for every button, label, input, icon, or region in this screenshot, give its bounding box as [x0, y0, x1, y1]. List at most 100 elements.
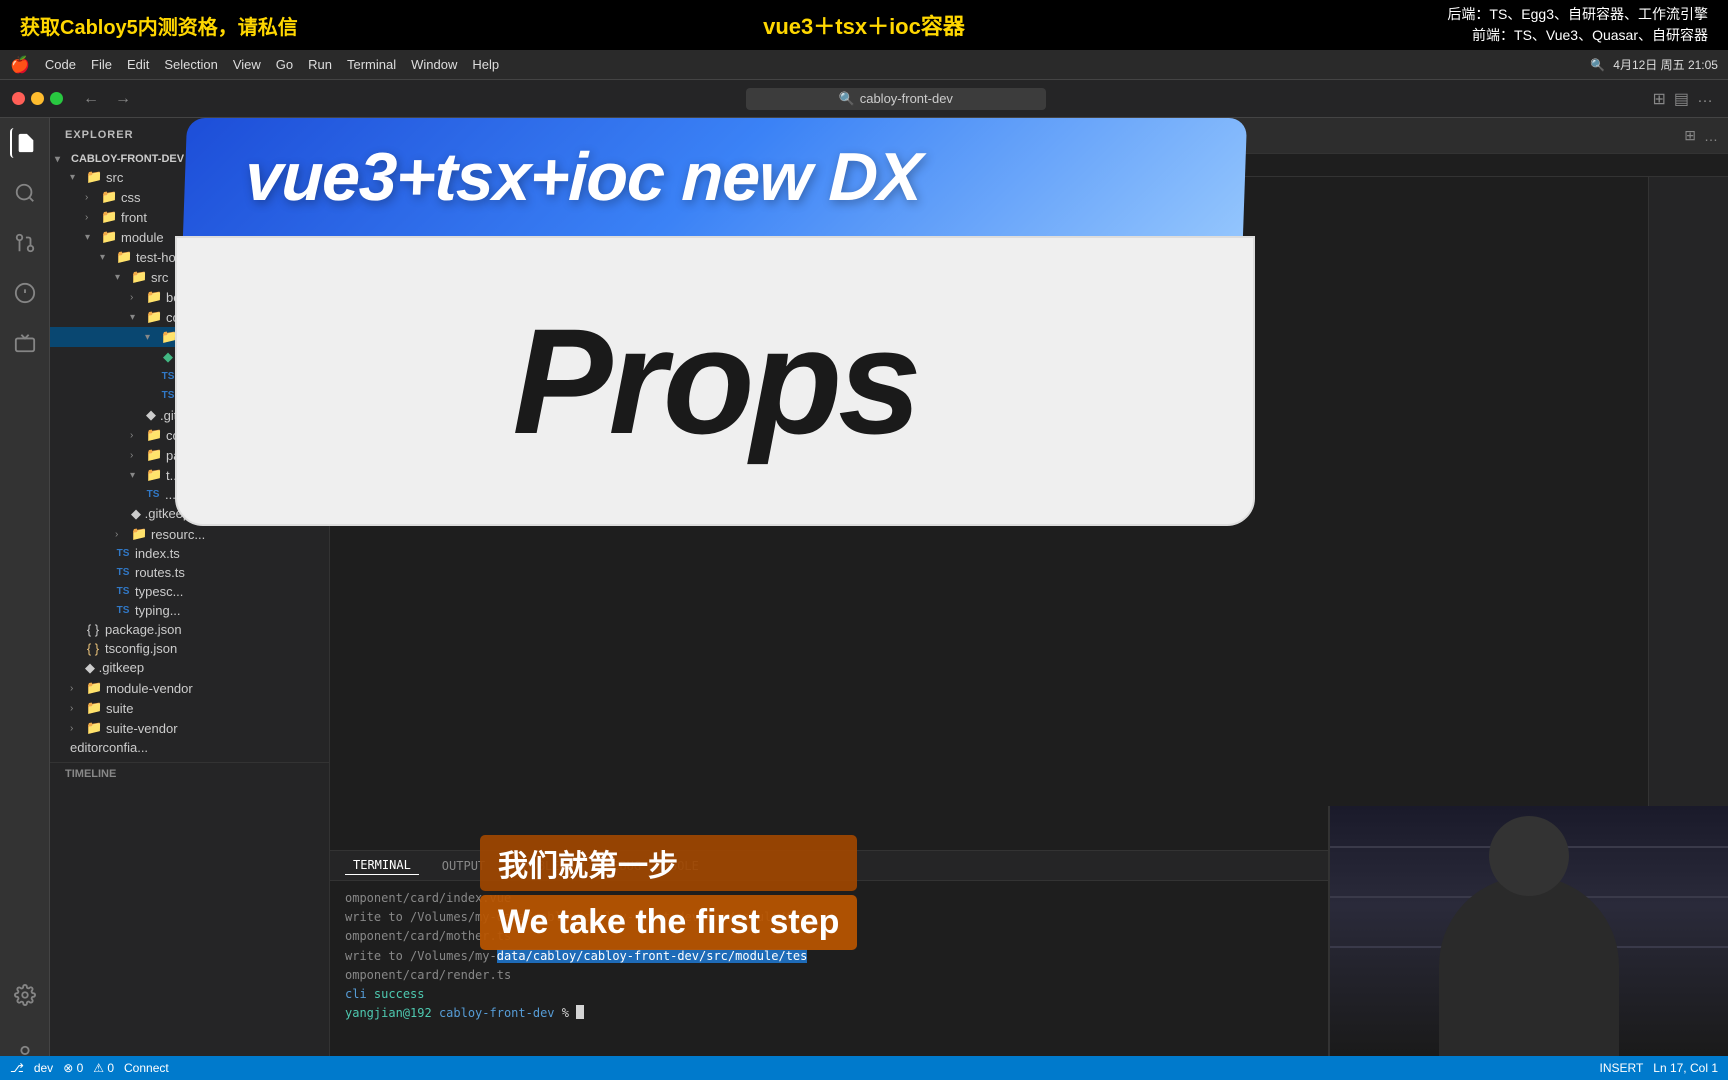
tree-package-json[interactable]: { } package.json: [50, 620, 329, 639]
banner-center-text: vue3＋tsx＋ioc容器: [763, 9, 965, 41]
extensions-icon[interactable]: [10, 328, 40, 358]
warnings-count: ⚠ 0: [93, 1061, 114, 1075]
forward-button[interactable]: →: [107, 90, 139, 108]
back-button[interactable]: ←: [75, 90, 107, 108]
tree-suite-vendor[interactable]: ›📁suite-vendor: [50, 718, 329, 738]
tree-gitkeep[interactable]: ◆ .gitkeep: [50, 504, 329, 524]
branch-icon[interactable]: ⎇: [10, 1061, 24, 1075]
breadcrumb-test-home[interactable]: test-home: [428, 158, 481, 172]
breadcrumb: src › module › test-home › src › page › …: [330, 154, 1728, 177]
refresh-icon[interactable]: ↺: [284, 126, 297, 143]
collapse-icon[interactable]: ⊟: [301, 126, 314, 143]
breadcrumb-module[interactable]: module: [375, 158, 414, 172]
breadcrumb-src[interactable]: src: [345, 158, 361, 172]
menu-terminal[interactable]: Terminal: [347, 57, 396, 72]
menu-run[interactable]: Run: [308, 57, 332, 72]
tree-typing[interactable]: TS typing...: [50, 601, 329, 620]
menu-edit[interactable]: Edit: [127, 57, 149, 72]
tree-editorconfig[interactable]: editorconfia...: [50, 738, 329, 757]
banner-right-text: 后端：TS、Egg3、自研容器、工作流引擎 前端：TS、Vue3、Quasar、…: [1447, 4, 1708, 46]
maximize-window-button[interactable]: [50, 92, 63, 105]
tree-gitl[interactable]: ◆.gitl...: [50, 405, 329, 425]
tree-test-home[interactable]: ▾📁test-home: [50, 247, 329, 267]
cursor-position[interactable]: Ln 17, Col 1: [1653, 1061, 1718, 1075]
tree-module[interactable]: ▾📁module: [50, 227, 329, 247]
tab-mother[interactable]: TS mother.ts ✕: [530, 118, 649, 153]
branch-name[interactable]: dev: [34, 1061, 53, 1075]
debug-console-tab[interactable]: DEBUG CONSOLE: [597, 857, 707, 875]
new-file-icon[interactable]: +: [252, 126, 261, 143]
status-bar: ⎇ dev ⊗ 0 ⚠ 0 Connect INSERT Ln 17, Col …: [0, 1056, 1728, 1080]
source-control-icon[interactable]: [10, 228, 40, 258]
tree-mother-ts[interactable]: TSmoth...: [50, 367, 329, 386]
settings-icon[interactable]: [10, 980, 40, 1010]
timeline-header: TIMELINE: [50, 762, 329, 785]
terminal-tab[interactable]: TERMINAL: [345, 856, 419, 875]
code-line-4: @Local(): [395, 199, 1638, 221]
tree-render-ts[interactable]: TSrend...: [50, 386, 329, 405]
tree-src2[interactable]: ▾📁src: [50, 267, 329, 287]
tree-resource[interactable]: ›📁resourc...: [50, 524, 329, 544]
new-folder-icon[interactable]: ⊕: [266, 126, 279, 143]
editor-tabs: TS routes.ts TS render.ts TS mother.ts ✕…: [330, 118, 1728, 154]
layout-icon[interactable]: ▤: [1674, 89, 1689, 109]
minimize-window-button[interactable]: [31, 92, 44, 105]
tab-render[interactable]: TS render.ts: [430, 118, 530, 153]
breadcrumb-mother-page-first[interactable]: MotherPageFirst: [682, 158, 771, 172]
status-right: INSERT Ln 17, Col 1: [1599, 1061, 1718, 1075]
menu-window[interactable]: Window: [411, 57, 457, 72]
apple-icon[interactable]: 🍎: [10, 55, 30, 75]
tree-component[interactable]: ▾📁component: [50, 307, 329, 327]
tree-bean[interactable]: ›📁bean: [50, 287, 329, 307]
breadcrumb-mother-ts[interactable]: TS mother.ts: [600, 158, 668, 172]
tree-typesc[interactable]: TS typesc...: [50, 582, 329, 601]
webcam-box: [1328, 806, 1728, 1056]
search-icon[interactable]: [10, 178, 40, 208]
problems-tab[interactable]: PROBLEMS: [508, 857, 582, 875]
tree-css[interactable]: ›📁css: [50, 187, 329, 207]
tree-routes-ts[interactable]: TS routes.ts: [50, 563, 329, 582]
tab-routes[interactable]: TS routes.ts: [330, 118, 430, 153]
tree-suite[interactable]: ›📁suite: [50, 698, 329, 718]
sidebar: EXPLORER + ⊕ ↺ ⊟ ▾ CABLOY-FRONT-DEV ▾📁sr…: [50, 118, 330, 1080]
top-banner: 获取Cabloy5内测资格，请私信 vue3＋tsx＋ioc容器 后端：TS、E…: [0, 0, 1728, 50]
tree-gitkeep2[interactable]: ◆ .gitkeep: [50, 658, 329, 678]
split-editor-icon[interactable]: ⊞: [1652, 89, 1665, 109]
tree-front[interactable]: ›📁front: [50, 207, 329, 227]
code-line-7: ...: [395, 265, 1638, 287]
tree-tsconfig-json[interactable]: { } tsconfig.json: [50, 639, 329, 658]
more-icon[interactable]: …: [1697, 89, 1713, 109]
split-view-icon[interactable]: ⊞: [1684, 127, 1696, 144]
tree-conf[interactable]: ›📁conf...: [50, 425, 329, 445]
tree-page[interactable]: ›📁pag...: [50, 445, 329, 465]
connect-status[interactable]: Connect: [124, 1061, 169, 1075]
menu-selection[interactable]: Selection: [164, 57, 217, 72]
explorer-icon[interactable]: [10, 128, 40, 158]
tree-t[interactable]: ▾📁t...: [50, 465, 329, 485]
close-window-button[interactable]: [12, 92, 25, 105]
debug-icon[interactable]: [10, 278, 40, 308]
menu-view[interactable]: View: [233, 57, 261, 72]
breadcrumb-src2[interactable]: src: [496, 158, 512, 172]
menu-code[interactable]: Code: [45, 57, 76, 72]
output-tab[interactable]: OUTPUT: [434, 857, 493, 875]
more-tabs-icon[interactable]: …: [1704, 128, 1718, 144]
tree-index-vue[interactable]: ◆index...: [50, 347, 329, 367]
menu-go[interactable]: Go: [276, 57, 293, 72]
tree-index-ts[interactable]: TS index.ts: [50, 544, 329, 563]
breadcrumb-page[interactable]: page: [526, 158, 553, 172]
url-input[interactable]: 🔍 cabloy-front-dev: [746, 88, 1046, 110]
errors-count: ⊗ 0: [63, 1061, 83, 1075]
tree-src[interactable]: ▾📁src: [50, 167, 329, 187]
tree-card[interactable]: ▾📁card: [50, 327, 329, 347]
breadcrumb-first[interactable]: first: [566, 158, 585, 172]
menu-help[interactable]: Help: [472, 57, 499, 72]
tree-module-vendor[interactable]: ›📁module-vendor: [50, 678, 329, 698]
insert-mode: INSERT: [1599, 1061, 1643, 1075]
tab-close-icon[interactable]: ✕: [623, 129, 633, 143]
activity-bar: [0, 118, 50, 1080]
menu-file[interactable]: File: [91, 57, 112, 72]
root-folder[interactable]: ▾ CABLOY-FRONT-DEV: [50, 151, 329, 167]
window-tab-bar: ← → 🔍 cabloy-front-dev ⊞ ▤ …: [0, 80, 1728, 118]
tree-t-file[interactable]: TS...: [50, 485, 329, 504]
